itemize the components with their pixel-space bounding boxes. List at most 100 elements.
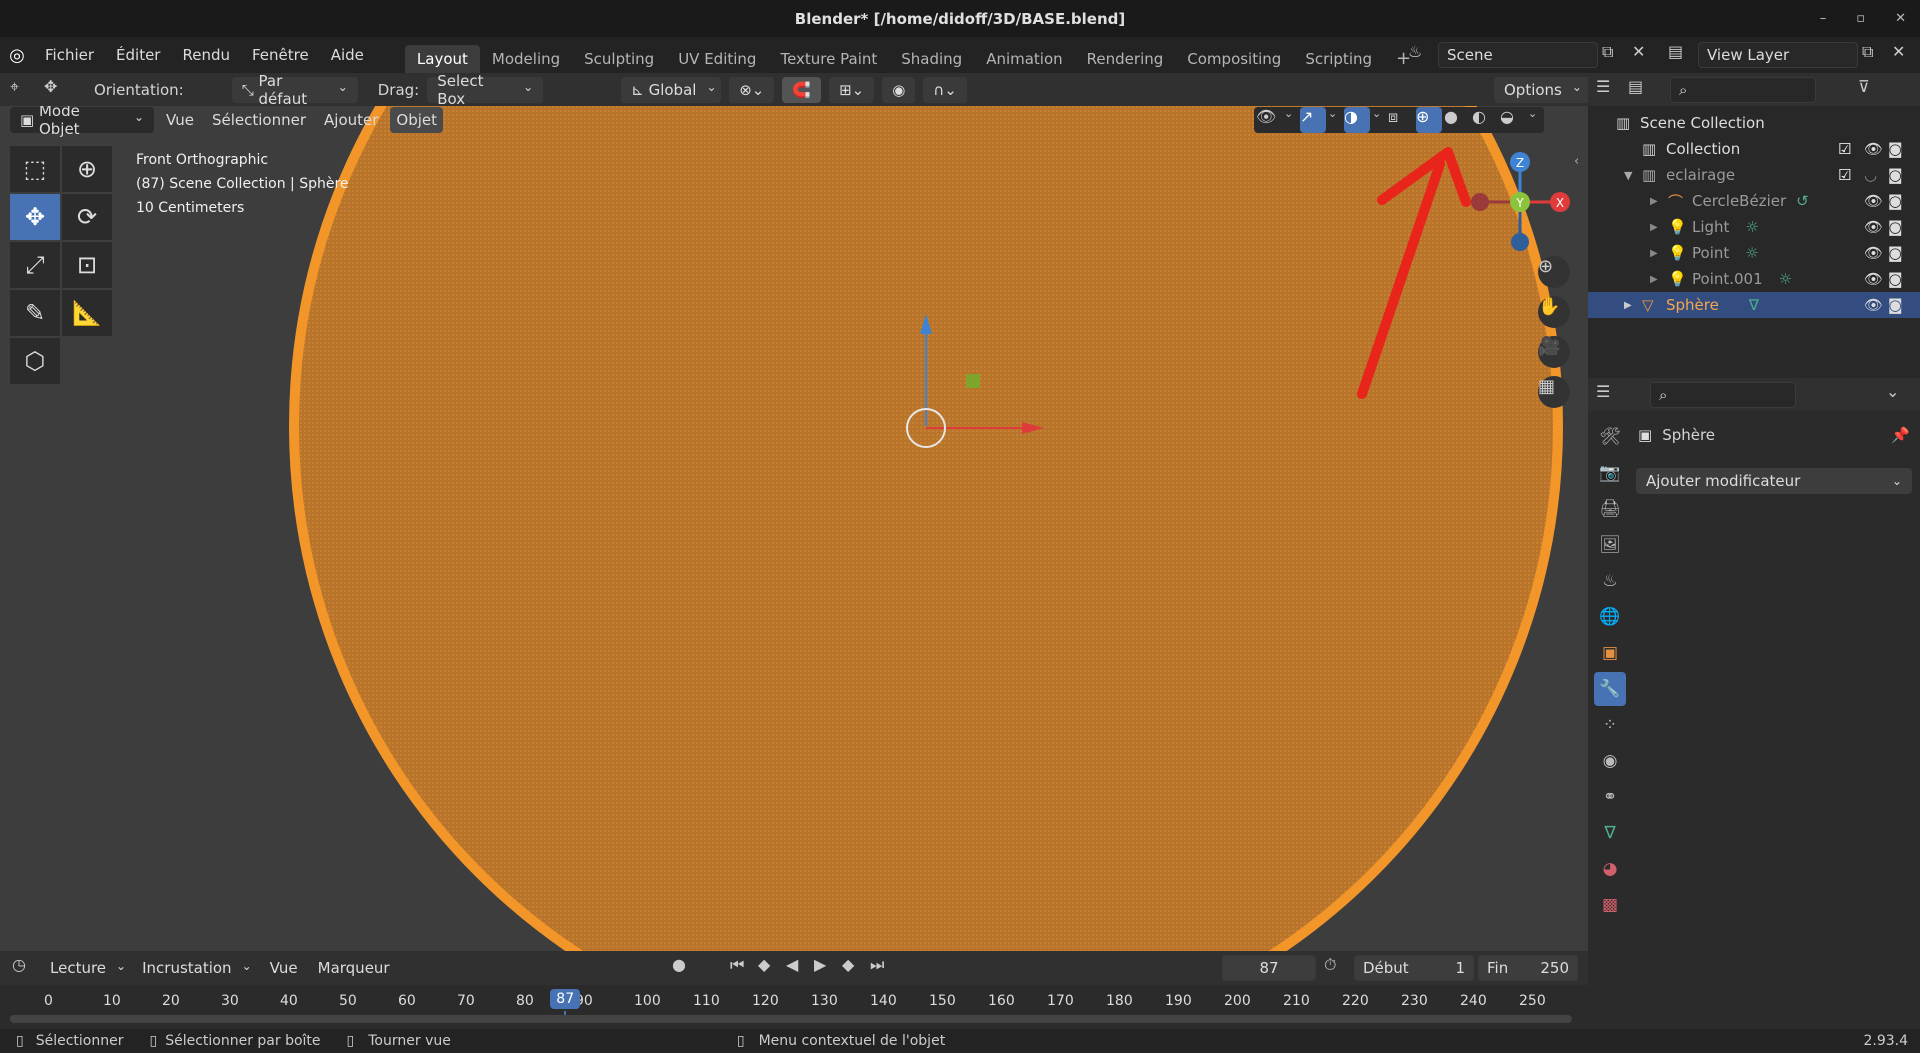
outliner-row-cerclebezier[interactable]: ▶ ⌒ CercleBézier ↺ 👁 ◙: [1588, 188, 1920, 214]
drag-dropdown[interactable]: Select Box: [427, 72, 544, 108]
snap-toggle-icon[interactable]: 🧲: [782, 76, 822, 103]
camera-view-icon[interactable]: 🎥: [1538, 336, 1570, 368]
outliner-row-point[interactable]: ▶ 💡 Point ☼ 👁 ◙: [1588, 240, 1920, 266]
tab-modeling[interactable]: Modeling: [480, 45, 572, 73]
minimize-icon[interactable]: –: [1820, 11, 1827, 26]
outliner-row-collection[interactable]: ▥ Collection ☑ 👁 ◙: [1588, 136, 1920, 162]
render-camera-icon[interactable]: ◙: [1888, 244, 1903, 262]
material-properties-icon[interactable]: ◕: [1594, 852, 1626, 886]
outliner-row-eclairage[interactable]: ▼ ▥ eclairage ☑ ◡ ◙: [1588, 162, 1920, 188]
tab-animation[interactable]: Animation: [974, 45, 1074, 73]
nav-gizmo-neg-x[interactable]: [1471, 193, 1489, 211]
falloff-icon[interactable]: ∩⌄: [923, 76, 967, 103]
editor-type-icon[interactable]: ⌖: [10, 77, 36, 103]
menu-selectionner[interactable]: Sélectionner: [206, 107, 312, 133]
tab-layout[interactable]: Layout: [404, 45, 480, 73]
measure-tool-icon[interactable]: 📐: [62, 290, 112, 336]
shading-dropdown-icon[interactable]: ⌄: [1528, 107, 1542, 133]
menu-editer[interactable]: Éditer: [105, 37, 171, 73]
orientation-dropdown[interactable]: ⤡ Par défaut: [231, 72, 358, 108]
expand-arrow-icon[interactable]: ▶: [1650, 196, 1668, 207]
mode-dropdown[interactable]: ▣ Mode Objet: [10, 106, 154, 138]
add-modifier-dropdown[interactable]: Ajouter modificateur ⌄: [1636, 468, 1912, 494]
maximize-icon[interactable]: ▫: [1856, 11, 1865, 26]
rendered-shading-icon[interactable]: ◒: [1500, 107, 1526, 133]
exclude-checkbox-icon[interactable]: ☑: [1838, 140, 1851, 158]
tab-rendering[interactable]: Rendering: [1075, 45, 1176, 73]
options-dropdown[interactable]: Options: [1494, 77, 1592, 103]
menu-aide[interactable]: Aide: [320, 37, 375, 73]
scene-properties-icon[interactable]: ♨: [1594, 564, 1626, 598]
add-cube-tool-icon[interactable]: ⬡: [10, 338, 60, 384]
annotate-tool-icon[interactable]: ✎: [10, 290, 60, 336]
properties-options-icon[interactable]: ⌄: [1886, 382, 1912, 408]
sphere-mesh[interactable]: [289, 106, 1563, 951]
nav-gizmo-neg-z[interactable]: [1511, 233, 1529, 251]
eye-icon[interactable]: 👁: [1864, 192, 1883, 210]
render-camera-icon[interactable]: ◙: [1888, 166, 1903, 184]
expand-arrow-icon[interactable]: ▼: [1624, 169, 1642, 182]
current-frame-marker[interactable]: 87: [550, 989, 581, 1009]
render-camera-icon[interactable]: ◙: [1888, 296, 1903, 314]
pan-hand-icon[interactable]: ✋: [1538, 296, 1570, 328]
solid-shading-icon[interactable]: ●: [1444, 107, 1470, 133]
expand-arrow-icon[interactable]: ▶: [1650, 248, 1668, 259]
outliner-editor-icon[interactable]: ☰: [1596, 77, 1622, 103]
eye-icon[interactable]: 👁: [1864, 270, 1883, 288]
cursor-tool-icon[interactable]: ⊕: [62, 146, 112, 192]
constraints-properties-icon[interactable]: ⚭: [1594, 780, 1626, 814]
display-mode-icon[interactable]: ▤: [1628, 77, 1654, 103]
particles-properties-icon[interactable]: ⁘: [1594, 708, 1626, 742]
properties-search-input[interactable]: ⌕: [1650, 381, 1796, 408]
gizmo-toggle-icon[interactable]: ↗: [1300, 107, 1326, 133]
tab-texture-paint[interactable]: Texture Paint: [768, 45, 889, 73]
expand-arrow-icon[interactable]: ▶: [1650, 222, 1668, 233]
zoom-icon[interactable]: ⊕: [1538, 256, 1570, 288]
menu-vue[interactable]: Vue: [160, 107, 200, 133]
expand-arrow-icon[interactable]: ▶: [1624, 300, 1642, 311]
visibility-dropdown-icon[interactable]: ⌄: [1284, 107, 1298, 133]
eye-hidden-icon[interactable]: ◡: [1864, 166, 1877, 184]
expand-arrow-icon[interactable]: ▶: [1650, 274, 1668, 285]
rotate-tool-icon[interactable]: ⟳: [62, 194, 112, 240]
transform-orientation-dropdown[interactable]: ⊾ Global: [621, 76, 722, 103]
close-icon[interactable]: ✕: [1895, 11, 1906, 26]
physics-properties-icon[interactable]: ◉: [1594, 744, 1626, 778]
outliner-row-sphere[interactable]: ▶ ▽ Sphère ∇ 👁 ◙: [1588, 292, 1920, 318]
proportional-edit-icon[interactable]: ◉: [882, 76, 916, 103]
view-layer-properties-icon[interactable]: 🖼: [1594, 528, 1626, 562]
eye-icon[interactable]: 👁: [1864, 296, 1883, 314]
render-properties-icon[interactable]: 📷: [1594, 456, 1626, 490]
material-shading-icon[interactable]: ◐: [1472, 107, 1498, 133]
xray-toggle-icon[interactable]: ⧈: [1388, 107, 1414, 133]
modifier-properties-icon[interactable]: 🔧: [1594, 672, 1626, 706]
new-scene-icon[interactable]: ⧉: [1602, 42, 1628, 68]
overlay-dropdown-icon[interactable]: ⌄: [1372, 107, 1386, 133]
delete-scene-icon[interactable]: ✕: [1632, 42, 1658, 68]
tab-sculpting[interactable]: Sculpting: [572, 45, 666, 73]
eye-icon[interactable]: 👁: [1864, 218, 1883, 236]
eye-icon[interactable]: 👁: [1864, 244, 1883, 262]
world-properties-icon[interactable]: 🌐: [1594, 600, 1626, 634]
wireframe-shading-icon[interactable]: ⊕: [1416, 107, 1442, 133]
render-camera-icon[interactable]: ◙: [1888, 218, 1903, 236]
delete-view-layer-icon[interactable]: ✕: [1892, 42, 1918, 68]
outliner-row-scene-collection[interactable]: ▥ Scene Collection: [1588, 110, 1920, 136]
scene-icon[interactable]: ♨: [1408, 42, 1434, 68]
render-camera-icon[interactable]: ◙: [1888, 192, 1903, 210]
menu-rendu[interactable]: Rendu: [171, 37, 241, 73]
eye-icon[interactable]: 👁: [1864, 140, 1883, 158]
view-layer-field[interactable]: View Layer: [1698, 42, 1858, 68]
snap-target-icon[interactable]: ⊞⌄: [829, 76, 875, 103]
menu-fichier[interactable]: Fichier: [34, 37, 105, 73]
menu-ajouter[interactable]: Ajouter: [318, 107, 384, 133]
tab-uv-editing[interactable]: UV Editing: [666, 45, 768, 73]
outliner-row-point-001[interactable]: ▶ 💡 Point.001 ☼ 👁 ◙: [1588, 266, 1920, 292]
sidebar-toggle-icon[interactable]: ‹: [1574, 154, 1579, 169]
outliner-search-input[interactable]: ⌕: [1670, 76, 1816, 103]
visibility-icon[interactable]: 👁: [1256, 107, 1282, 133]
new-view-layer-icon[interactable]: ⧉: [1862, 42, 1888, 68]
output-properties-icon[interactable]: 🖨: [1594, 492, 1626, 526]
select-box-tool-icon[interactable]: ⬚: [10, 146, 60, 192]
menu-objet[interactable]: Objet: [390, 107, 444, 133]
